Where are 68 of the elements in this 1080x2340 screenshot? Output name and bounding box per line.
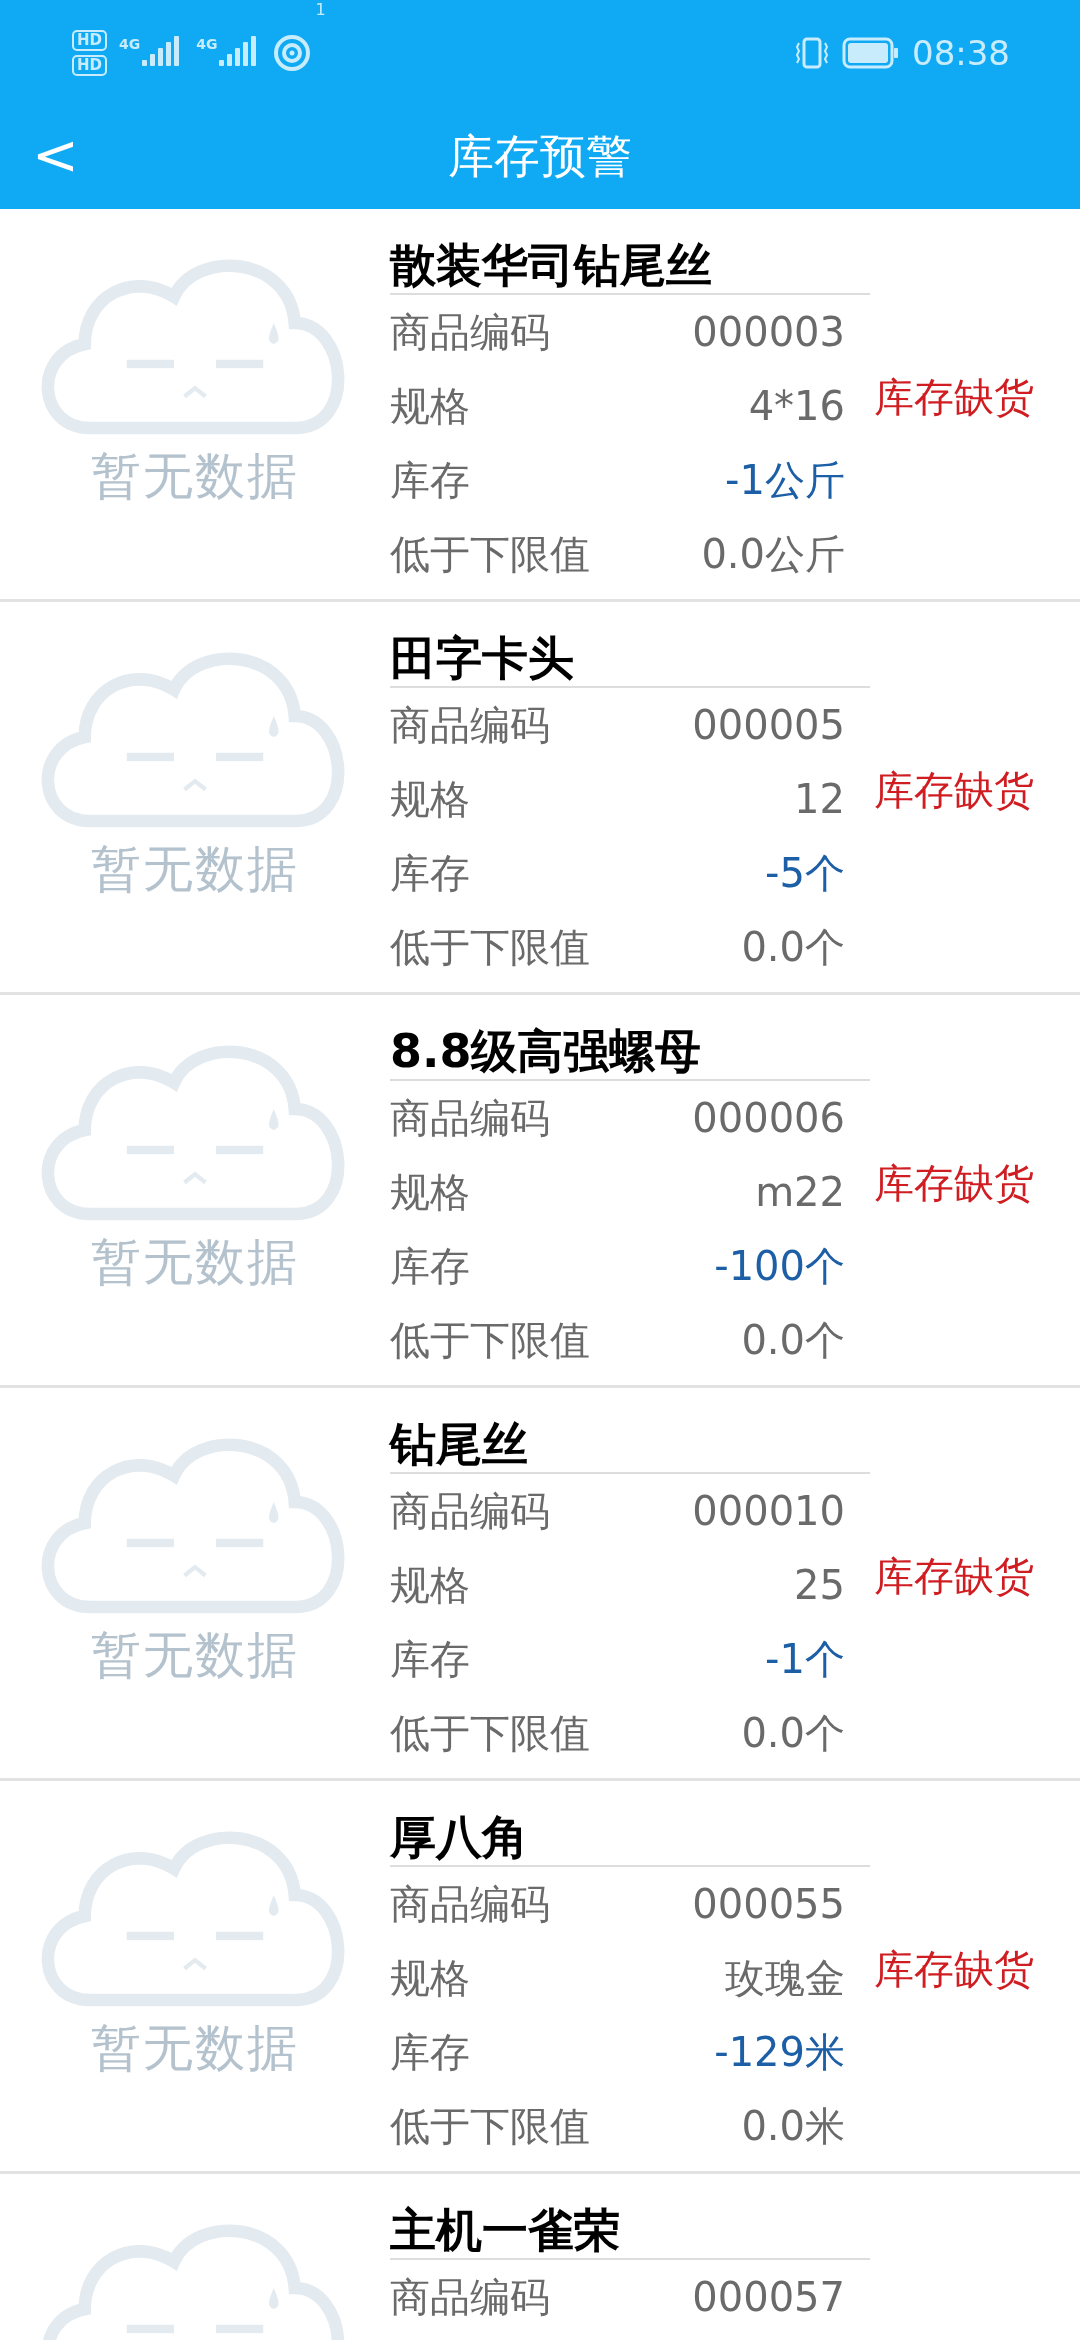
field-value: 玫瑰金: [725, 1953, 845, 2003]
field-label: 商品编码: [390, 1879, 550, 1929]
field-label: 商品编码: [390, 1093, 550, 1143]
no-data-label: 暂无数据: [91, 1625, 299, 1686]
stock-status: 库存缺货: [874, 1160, 1034, 1206]
field-label: 低于下限值: [390, 1708, 590, 1758]
field-value: 0.0个: [741, 1315, 845, 1365]
field-label: 商品编码: [390, 2272, 550, 2322]
field-value: 000005: [692, 702, 845, 748]
field-label: 库存: [390, 1241, 470, 1291]
field-value: 000003: [692, 309, 845, 355]
product-name: 主机一雀荣: [390, 2202, 870, 2260]
field-value: 12: [794, 776, 845, 822]
field-label: 规格: [390, 1167, 470, 1217]
clock-time: 08:38: [912, 32, 1010, 73]
field-label: 库存: [390, 1634, 470, 1684]
stock-status: 库存缺货: [874, 374, 1034, 420]
hotspot-count: 1: [315, 0, 326, 19]
field-value: 25: [794, 1562, 845, 1608]
network-type: 4G: [119, 35, 141, 52]
field-value: 0.0米: [741, 2101, 845, 2151]
stock-status: 库存缺货: [874, 1946, 1034, 1992]
field-value: m22: [755, 1169, 845, 1215]
field-label: 商品编码: [390, 700, 550, 750]
field-value: -1个: [765, 1634, 845, 1684]
field-label: 库存: [390, 2027, 470, 2077]
no-data-label: 暂无数据: [91, 2018, 299, 2079]
product-name: 8.8级高强螺母: [390, 1023, 870, 1081]
field-label: 库存: [390, 455, 470, 505]
field-value: 000055: [692, 1881, 845, 1927]
stock-status: 库存缺货: [874, 767, 1034, 813]
field-label: 商品编码: [390, 1486, 550, 1536]
field-label: 低于下限值: [390, 1315, 590, 1365]
field-value: 0.0个: [741, 1708, 845, 1758]
product-name: 厚八角: [390, 1809, 870, 1867]
field-value: -5个: [765, 848, 845, 898]
no-data-label: 暂无数据: [91, 839, 299, 900]
field-label: 库存: [390, 848, 470, 898]
battery-icon: [842, 36, 900, 69]
field-value: -129米: [714, 2027, 845, 2077]
stock-status: 库存缺货: [874, 1553, 1034, 1599]
field-value: 0.0公斤: [701, 529, 845, 579]
network-type: 4G: [196, 35, 218, 52]
product-name: 散装华司钻尾丝: [390, 237, 870, 295]
field-label: 低于下限值: [390, 2101, 590, 2151]
back-button[interactable]: <: [22, 125, 89, 185]
field-label: 规格: [390, 1953, 470, 2003]
field-label: 规格: [390, 1560, 470, 1610]
product-name: 钻尾丝: [390, 1416, 870, 1474]
hd-badge: HD: [72, 54, 107, 76]
field-value: 000010: [692, 1488, 845, 1534]
field-value: -100个: [714, 1241, 845, 1291]
field-value: 000057: [692, 2274, 845, 2320]
no-data-label: 暂无数据: [91, 1232, 299, 1293]
field-label: 低于下限值: [390, 922, 590, 972]
hotspot-icon: [273, 33, 312, 72]
field-value: 4*16: [748, 383, 845, 429]
field-label: 商品编码: [390, 307, 550, 357]
page-title: 库存预警: [448, 128, 632, 185]
field-value: 000006: [692, 1095, 845, 1141]
field-label: 规格: [390, 774, 470, 824]
field-value: 0.0个: [741, 922, 845, 972]
field-value: -1公斤: [725, 455, 845, 505]
no-data-label: 暂无数据: [91, 446, 299, 507]
hd-badge: HD: [72, 29, 107, 51]
field-label: 规格: [390, 381, 470, 431]
product-name: 田字卡头: [390, 630, 870, 688]
field-label: 低于下限值: [390, 529, 590, 579]
